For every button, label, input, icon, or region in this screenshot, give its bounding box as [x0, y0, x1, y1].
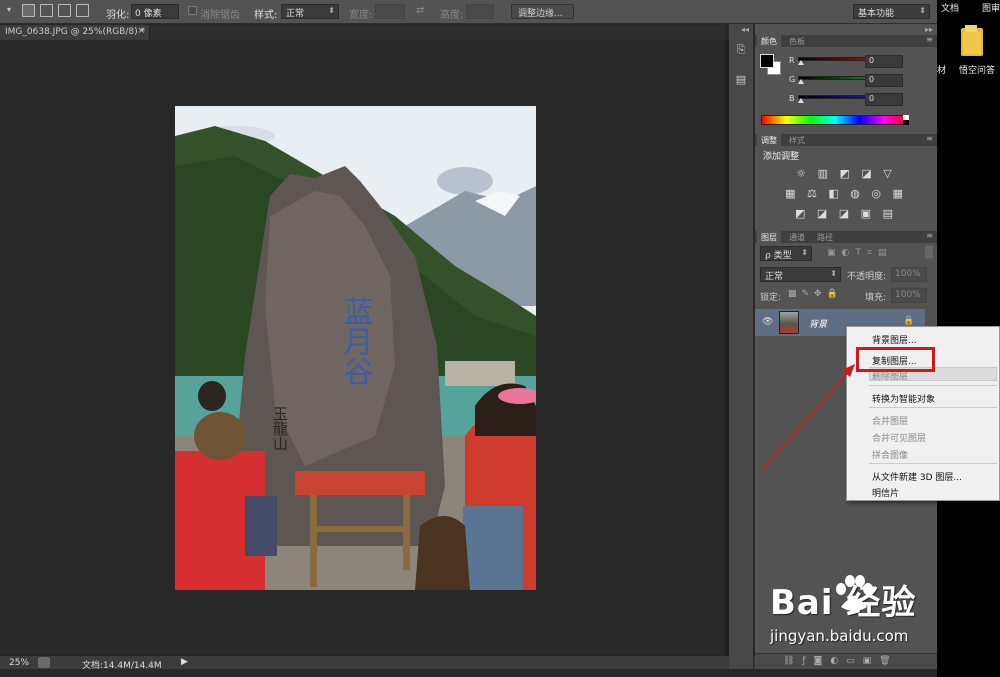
- collapse-dock-icon[interactable]: ◂◂: [741, 25, 749, 34]
- new-selection-icon[interactable]: [22, 4, 35, 17]
- add-adjustment-heading: 添加调整: [763, 152, 800, 162]
- lock-icons[interactable]: ▩✎✥🔒: [788, 289, 843, 299]
- blue-channel-label: B: [789, 94, 795, 103]
- document-tab-title: IMG_0638.JPG @ 25%(RGB/8) *: [5, 27, 145, 37]
- foreground-color-swatch[interactable]: [760, 54, 774, 68]
- desktop-label-other: 图审: [982, 4, 1000, 14]
- menu-item-merge-visible[interactable]: 合并可见图层: [872, 431, 926, 444]
- opacity-label: 不透明度:: [847, 272, 887, 282]
- layer-lock-icon: 🔒: [903, 316, 915, 326]
- visibility-eye-icon[interactable]: 👁: [762, 317, 773, 327]
- blend-mode-select[interactable]: 正常: [760, 267, 841, 282]
- red-channel-label: R: [789, 56, 795, 65]
- layer-filter-select[interactable]: ρ 类型: [760, 246, 812, 261]
- adjustment-icons-row-3[interactable]: ◩ ◪ ◪ ▣ ▤: [755, 207, 937, 220]
- fill-input[interactable]: 100%: [891, 288, 927, 303]
- style-label: 样式:: [254, 10, 278, 21]
- zoom-level[interactable]: 25%: [9, 658, 29, 668]
- layer-filter-icons[interactable]: ▣◐T⌗▤: [827, 248, 892, 258]
- tab-swatches[interactable]: 色板: [785, 35, 809, 47]
- panel-icon-dock: ◂◂ ⎘ ▤: [729, 24, 754, 669]
- desktop-caption-left: 材: [937, 66, 947, 76]
- menu-item-merge-layers[interactable]: 合并图层: [872, 414, 908, 427]
- green-channel-label: G: [789, 75, 796, 84]
- paw-icon: [836, 575, 873, 611]
- menu-separator: [869, 385, 997, 386]
- workspace-select[interactable]: 基本功能: [853, 4, 930, 19]
- menu-separator: [869, 407, 997, 408]
- color-spectrum-bar[interactable]: [761, 115, 909, 125]
- filter-toggle[interactable]: [925, 246, 933, 258]
- menu-item-postcard[interactable]: 明信片: [872, 486, 899, 499]
- status-bar: 25% 文档:14.4M/14.4M ▶: [0, 655, 755, 671]
- document-tab[interactable]: IMG_0638.JPG @ 25%(RGB/8) * ×: [0, 25, 150, 40]
- tab-channels[interactable]: 通道: [785, 231, 809, 243]
- document-image[interactable]: 蓝月谷 玉龍山: [175, 106, 536, 590]
- blue-value-input[interactable]: 0: [865, 93, 903, 106]
- expand-panels-icon[interactable]: ▸▸: [925, 25, 933, 34]
- tab-layers[interactable]: 图层: [757, 231, 781, 243]
- history-panel-icon[interactable]: ⎘: [734, 43, 748, 57]
- height-label: 高度:: [440, 10, 464, 21]
- add-to-selection-icon[interactable]: [40, 4, 53, 17]
- doc-info-icon[interactable]: [38, 657, 50, 668]
- fill-label: 填充:: [865, 293, 887, 303]
- watermark-url: jingyan.baidu.com: [770, 627, 909, 645]
- highlight-box: [856, 347, 935, 372]
- color-panel-tabs: 颜色 色板 ≡: [755, 35, 937, 47]
- menu-item-background-layer[interactable]: 背景图层...: [872, 333, 917, 346]
- document-tab-bar: IMG_0638.JPG @ 25%(RGB/8) * ×: [0, 25, 725, 40]
- carving-side-text: 玉龍山: [271, 406, 289, 451]
- style-select[interactable]: 正常: [281, 4, 339, 19]
- red-value-input[interactable]: 0: [865, 55, 903, 68]
- layer-name[interactable]: 背景: [809, 317, 827, 330]
- adjustment-icons-row-2[interactable]: ▦ ⚖ ◧ ◍ ◎ ▦: [755, 187, 937, 200]
- menu-item-flatten-image[interactable]: 拼合图像: [872, 448, 908, 461]
- lock-label: 锁定:: [760, 293, 782, 303]
- folder-caption: 悟空问答: [959, 66, 996, 76]
- properties-panel-icon[interactable]: ▤: [734, 73, 748, 87]
- height-input[interactable]: [466, 4, 494, 19]
- photo-scene: 蓝月谷 玉龍山: [175, 106, 536, 590]
- layers-panel-tabs: 图层 通道 路径 ≡: [755, 231, 937, 243]
- folder-icon[interactable]: [960, 24, 984, 58]
- status-menu-arrow-icon[interactable]: ▶: [181, 657, 188, 667]
- layer-footer-icons[interactable]: ⛓ƒ◙◐▭▣🗑: [783, 656, 899, 666]
- feather-input[interactable]: 0 像素: [131, 4, 179, 19]
- carving-main-text: 蓝月谷: [338, 296, 374, 386]
- desktop-label-docs: 文档: [941, 4, 960, 14]
- menu-separator: [869, 463, 997, 464]
- subtract-selection-icon[interactable]: [58, 4, 71, 17]
- intersect-selection-icon[interactable]: [76, 4, 89, 17]
- width-input[interactable]: [375, 4, 405, 19]
- antialias-label: 消除锯齿: [200, 10, 240, 21]
- photoshop-window: ▾ 羽化: 0 像素 消除锯齿 样式: 正常 宽度: ⇄ 高度: 调整边缘...…: [0, 0, 1000, 677]
- document-info: 文档:14.4M/14.4M: [82, 661, 162, 671]
- layers-panel-menu-icon[interactable]: ≡: [926, 231, 933, 240]
- swap-icon[interactable]: ⇄: [416, 5, 424, 16]
- refine-edge-button[interactable]: 调整边缘...: [511, 4, 574, 19]
- tab-color[interactable]: 颜色: [757, 35, 781, 47]
- opacity-input[interactable]: 100%: [891, 267, 927, 282]
- menu-item-new-3d-layer[interactable]: 从文件新建 3D 图层...: [872, 470, 962, 483]
- tool-preset-chevron-icon[interactable]: ▾: [7, 5, 11, 14]
- options-bar: ▾ 羽化: 0 像素 消除锯齿 样式: 正常 宽度: ⇄ 高度: 调整边缘...…: [0, 0, 937, 24]
- tab-styles[interactable]: 样式: [785, 134, 809, 146]
- tab-adjustments[interactable]: 调整: [757, 134, 781, 146]
- black-chip[interactable]: [903, 120, 909, 125]
- layer-thumbnail: [779, 311, 799, 334]
- tab-paths[interactable]: 路径: [813, 231, 837, 243]
- adjustments-panel-menu-icon[interactable]: ≡: [926, 134, 933, 143]
- adjustment-icons-row-1[interactable]: ☼ ▥ ◩ ◪ ▽: [755, 167, 937, 180]
- color-panel-menu-icon[interactable]: ≡: [926, 35, 933, 44]
- antialias-checkbox[interactable]: [188, 6, 197, 15]
- width-label: 宽度:: [349, 10, 373, 21]
- menu-item-convert-smart-object[interactable]: 转换为智能对象: [872, 392, 935, 405]
- green-value-input[interactable]: 0: [865, 74, 903, 87]
- feather-label: 羽化:: [106, 10, 130, 21]
- layers-footer: ⛓ƒ◙◐▭▣🗑: [755, 653, 937, 669]
- close-tab-icon[interactable]: ×: [137, 26, 145, 36]
- adjustments-panel-tabs: 调整 样式 ≡: [755, 134, 937, 146]
